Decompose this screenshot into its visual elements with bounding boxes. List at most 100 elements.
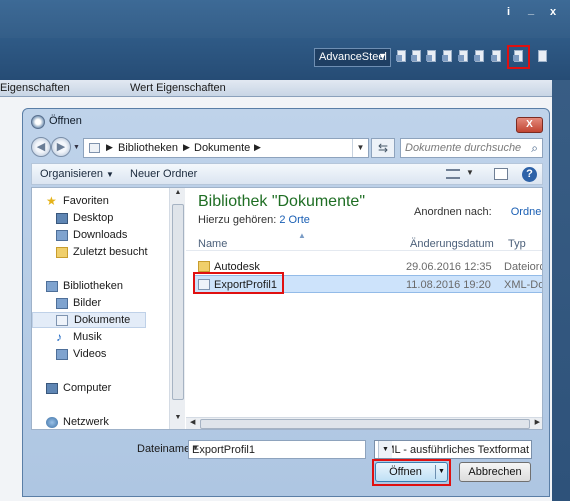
export-profile-icon-5[interactable] xyxy=(458,50,470,64)
export-profile-icon-4[interactable] xyxy=(442,50,454,64)
scroll-up-icon[interactable]: ▲ xyxy=(170,189,186,203)
column-separator xyxy=(186,250,542,251)
dialog-title: Öffnen xyxy=(49,115,82,127)
breadcrumb-documents[interactable]: Dokumente xyxy=(194,142,250,154)
nav-item-desktop[interactable]: Desktop xyxy=(56,211,178,227)
view-options-icon[interactable] xyxy=(446,169,460,179)
nav-scrollbar[interactable]: ▲ ▼ xyxy=(169,188,185,429)
new-folder-button[interactable]: Neuer Ordner xyxy=(130,168,197,180)
documents-icon xyxy=(56,315,68,326)
videos-icon xyxy=(56,349,68,360)
chevron-down-icon[interactable]: ▼ xyxy=(192,445,363,452)
nav-item-network[interactable]: Netzwerk xyxy=(46,415,168,429)
file-type: XML-Dokument xyxy=(504,279,543,291)
recent-locations-icon[interactable]: ▼ xyxy=(73,144,80,151)
computer-icon xyxy=(46,383,58,394)
dialog-close-button[interactable]: X xyxy=(516,117,543,133)
libraries-icon xyxy=(46,281,58,292)
column-type[interactable]: Typ xyxy=(508,238,526,250)
star-icon: ★ xyxy=(46,194,57,208)
column-date[interactable]: Änderungsdatum xyxy=(410,238,494,250)
app-title-bar: i _ x xyxy=(0,0,570,38)
export-profile-icon-3[interactable] xyxy=(426,50,438,64)
nav-item-label: Bilder xyxy=(73,297,102,309)
export-profile-icon-1[interactable] xyxy=(396,50,408,64)
file-highlight xyxy=(193,272,284,294)
nav-item-label: Zuletzt besucht xyxy=(73,246,148,258)
nav-item-documents[interactable]: Dokumente xyxy=(32,312,146,328)
filetype-value: XML - ausführliches Textformat xyxy=(378,444,530,456)
export-profile-icon-7[interactable] xyxy=(491,50,503,64)
nav-item-label: Videos xyxy=(73,348,107,360)
nav-item-downloads[interactable]: Downloads xyxy=(56,228,178,244)
search-icon[interactable]: ⌕ xyxy=(531,141,538,156)
dialog-content: ★ Favoriten Desktop Downloads Zuletzt be… xyxy=(31,187,543,430)
chevron-right-icon[interactable]: ▶ xyxy=(106,142,113,153)
export-profile-icon-2[interactable] xyxy=(411,50,423,64)
nav-item-pictures[interactable]: Bilder xyxy=(56,296,178,312)
hscroll-thumb[interactable] xyxy=(200,419,530,429)
export-profile-icon-6[interactable] xyxy=(474,50,486,64)
forward-button[interactable]: ▶ xyxy=(51,137,71,157)
nav-item-libraries[interactable]: Bibliotheken xyxy=(46,279,168,295)
arrange-by-dropdown[interactable]: Ordner ▼ xyxy=(510,206,543,218)
filetype-select[interactable]: XML - ausführliches Textformat ▼ xyxy=(374,440,532,459)
chevron-right-icon[interactable]: ▶ xyxy=(183,142,190,153)
chevron-down-icon[interactable]: ▼ xyxy=(378,441,392,458)
refresh-button[interactable]: ⇆ xyxy=(371,138,395,158)
organize-button[interactable]: Organisieren ▼ xyxy=(40,168,114,180)
nav-item-label: Desktop xyxy=(73,212,114,224)
folder-icon xyxy=(198,261,210,272)
breadcrumb-libraries[interactable]: Bibliotheken xyxy=(118,142,178,154)
desktop-icon xyxy=(56,213,68,224)
profile-dropdown[interactable]: AdvanceSteel ▼ xyxy=(314,48,391,67)
library-includes: Hierzu gehören: 2 Orte xyxy=(198,214,310,226)
navigation-pane: ★ Favoriten Desktop Downloads Zuletzt be… xyxy=(32,188,168,429)
downloads-icon xyxy=(56,230,68,241)
chevron-right-icon[interactable]: ▶ xyxy=(254,142,261,153)
import-profile-highlight xyxy=(507,45,530,69)
export-icon[interactable] xyxy=(537,50,549,64)
scroll-down-icon[interactable]: ▼ xyxy=(170,414,186,428)
arrange-by-value: Ordner xyxy=(510,206,543,218)
nav-item-videos[interactable]: Videos xyxy=(56,347,178,363)
nav-item-favorites[interactable]: ★ Favoriten xyxy=(46,194,168,210)
nav-item-music[interactable]: ♪ Musik xyxy=(56,330,178,346)
info-button[interactable]: i xyxy=(507,6,510,18)
nav-item-label: Downloads xyxy=(73,229,128,241)
command-bar: Organisieren ▼ Neuer Ordner ▼ ? xyxy=(31,163,543,185)
library-title: Bibliothek "Dokumente" xyxy=(198,193,365,210)
column-name[interactable]: Name xyxy=(198,238,227,250)
nav-item-recent[interactable]: Zuletzt besucht xyxy=(56,245,178,261)
nav-item-label: Favoriten xyxy=(63,195,109,207)
cancel-button[interactable]: Abbrechen xyxy=(459,462,531,482)
scroll-left-icon[interactable]: ◀ xyxy=(190,418,195,426)
chevron-down-icon[interactable]: ▼ xyxy=(466,168,474,177)
library-includes-label: Hierzu gehören: xyxy=(198,214,277,226)
music-icon: ♪ xyxy=(56,330,62,344)
preview-pane-icon[interactable] xyxy=(494,168,508,180)
nav-item-computer[interactable]: Computer xyxy=(46,381,168,397)
search-input[interactable] xyxy=(405,141,521,155)
filename-field[interactable]: ExportProfil1 ▼ xyxy=(188,440,366,459)
back-button[interactable]: ◀ xyxy=(31,137,51,157)
nav-item-label: Bibliotheken xyxy=(63,280,123,292)
address-bar[interactable]: ▶ Bibliotheken ▶ Dokumente ▶ ▼ xyxy=(83,138,369,158)
help-icon[interactable]: ? xyxy=(522,167,537,182)
library-locations-link[interactable]: 2 Orte xyxy=(279,214,310,226)
scroll-right-icon[interactable]: ▶ xyxy=(535,418,540,426)
open-button-highlight xyxy=(372,459,451,486)
pictures-icon xyxy=(56,298,68,309)
nav-item-label: Netzwerk xyxy=(63,416,109,428)
nav-item-label: Dokumente xyxy=(74,314,131,326)
organize-label: Organisieren xyxy=(40,168,103,180)
minimize-button[interactable]: _ xyxy=(528,4,534,16)
open-dialog: Öffnen X ◀ ▶ ▼ ▶ Bibliotheken ▶ Dokument… xyxy=(22,108,550,497)
address-dropdown-icon[interactable]: ▼ xyxy=(352,139,368,157)
close-button[interactable]: x xyxy=(550,6,556,18)
scroll-thumb[interactable] xyxy=(172,204,184,400)
navigation-bar: ◀ ▶ ▼ ▶ Bibliotheken ▶ Dokumente ▶ ▼ ⇆ ⌕ xyxy=(31,137,543,161)
search-box[interactable]: ⌕ xyxy=(400,138,543,158)
file-date: 29.06.2016 12:35 xyxy=(406,261,492,273)
file-list-hscrollbar[interactable]: ◀ ▶ xyxy=(186,417,542,429)
